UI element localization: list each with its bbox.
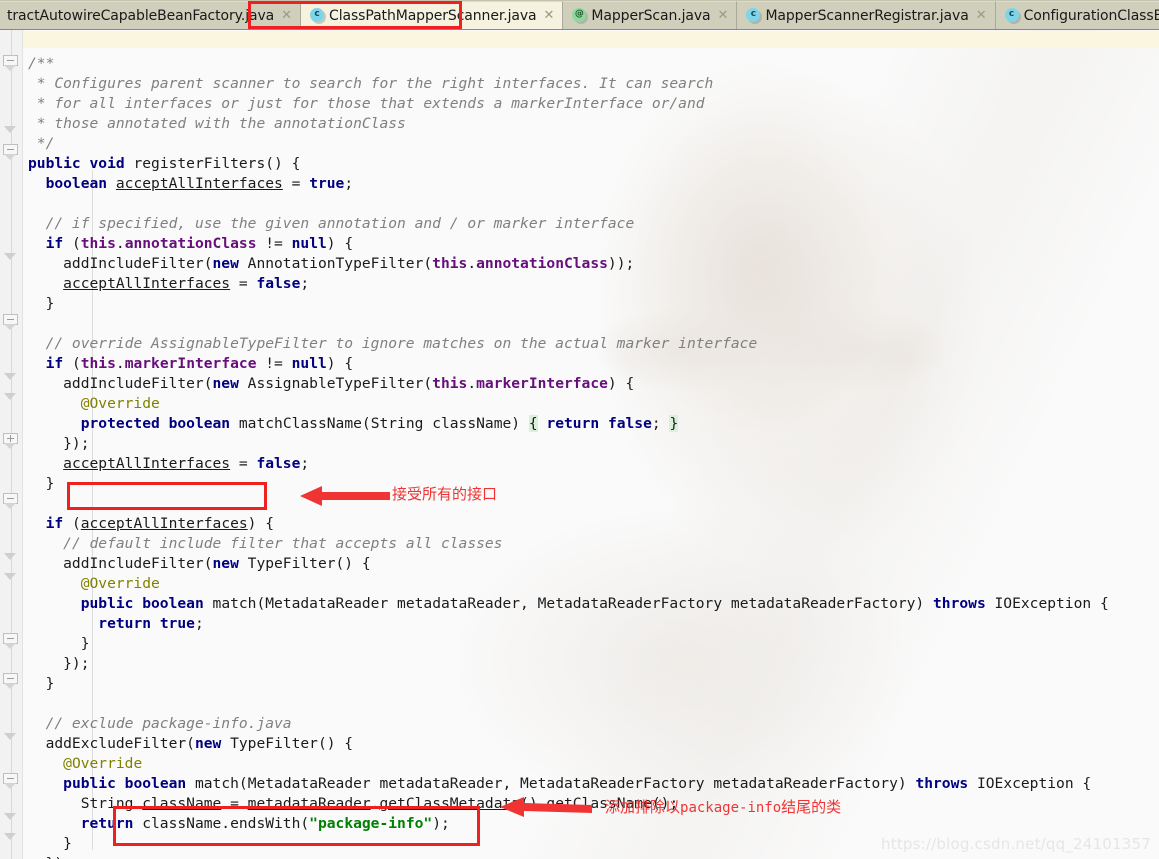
tab-MapperScan[interactable]: @ MapperScan.java ✕ <box>563 1 738 29</box>
code-line-31: }); <box>28 655 90 672</box>
fold-marker-method[interactable] <box>3 144 18 160</box>
fold-marker-if-annotation[interactable] <box>3 253 18 268</box>
code-line-5: */ <box>28 135 55 152</box>
code-line-40: } <box>28 835 72 852</box>
site-watermark: https://blog.csdn.net/qq_24101357 <box>881 835 1151 853</box>
code-line-27: @Override <box>80 575 160 592</box>
tab-label: ClassPathMapperScanner.java <box>329 7 537 24</box>
code-line-19: protected boolean matchClassName(String … <box>80 415 679 432</box>
code-line-22: } <box>28 475 55 492</box>
fold-marker-javadoc[interactable] <box>3 55 18 71</box>
code-line-30: } <box>28 635 90 652</box>
code-line-37: public boolean match(MetadataReader meta… <box>63 775 1092 792</box>
annotation-icon: @ <box>572 7 587 22</box>
code-editor-pane[interactable]: /** * Configures parent scanner to searc… <box>0 30 1159 859</box>
tab-ClassPathMapperScanner[interactable]: c ClassPathMapperScanner.java ✕ <box>301 1 564 29</box>
code-line-2: * Configures parent scanner to search fo… <box>28 75 714 92</box>
code-line-3: * for all interfaces or just for those t… <box>28 95 705 112</box>
code-line-12: acceptAllInterfaces = false; <box>63 275 310 292</box>
code-line-11: addIncludeFilter(new AnnotationTypeFilte… <box>28 255 635 272</box>
code-line-38: String className = metadataReader.getCla… <box>28 795 679 812</box>
code-line-17: addIncludeFilter(new AssignableTypeFilte… <box>28 375 635 392</box>
code-line-41: }); <box>28 854 72 859</box>
code-line-29: return true; <box>98 615 204 632</box>
fold-marker-anon-b[interactable] <box>3 813 18 828</box>
close-icon[interactable]: ✕ <box>281 9 292 22</box>
code-line-39: return className.endsWith("package-info"… <box>80 815 450 832</box>
tab-MapperScannerRegistrar[interactable]: c MapperScannerRegistrar.java ✕ <box>737 1 996 29</box>
code-line-6: public void registerFilters() { <box>28 155 301 172</box>
fold-marker-block-c[interactable] <box>3 633 18 649</box>
code-line-20: }); <box>28 435 90 452</box>
code-line-28: public boolean match(MetadataReader meta… <box>80 595 1109 612</box>
source-code[interactable]: /** * Configures parent scanner to searc… <box>28 30 1109 859</box>
fold-marker-collapsed[interactable] <box>3 433 18 449</box>
fold-marker-typefilter[interactable] <box>3 573 18 588</box>
code-line-32: } <box>28 675 55 692</box>
code-line-18: @Override <box>80 395 160 412</box>
code-line-25: // default include filter that accepts a… <box>63 535 503 552</box>
editor-background-photo <box>430 30 1159 859</box>
annotation-label-accept-all-interfaces: 接受所有的接口 <box>392 485 498 503</box>
fold-marker-if-accept[interactable] <box>3 553 18 568</box>
fold-marker-anon-class[interactable] <box>3 393 18 408</box>
annotation-box-accept-all-interfaces <box>67 482 267 510</box>
tab-label: MapperScannerRegistrar.java <box>765 7 969 24</box>
editor-tab-bar[interactable]: tractAutowireCapableBeanFactory.java ✕ c… <box>0 0 1159 30</box>
fold-marker-block-d[interactable] <box>3 673 18 689</box>
class-icon: c <box>310 7 325 22</box>
fold-marker-method-end[interactable] <box>3 833 18 848</box>
fold-marker-if-marker[interactable] <box>3 373 18 388</box>
code-line-35: addExcludeFilter(new TypeFilter() { <box>28 735 354 752</box>
fold-marker-javadoc-end[interactable] <box>3 126 18 141</box>
editor-top-highlight-band <box>0 31 1159 48</box>
tab-label: ConfigurationClassBeanDefinitionReader.j… <box>1023 7 1159 24</box>
annotation-label-exclude-package-info: 添加排除以package-info结尾的类 <box>605 798 842 816</box>
code-line-13: } <box>28 295 55 312</box>
fold-marker-block-e[interactable] <box>3 773 18 789</box>
code-line-7: boolean acceptAllInterfaces = true; <box>45 175 354 192</box>
close-icon[interactable]: ✕ <box>718 9 729 22</box>
code-line-36: @Override <box>63 755 143 772</box>
fold-marker-exclude[interactable] <box>3 733 18 748</box>
tab-AbstractAutowireCapableBeanFactory[interactable]: tractAutowireCapableBeanFactory.java ✕ <box>0 1 302 29</box>
close-icon[interactable]: ✕ <box>976 9 987 22</box>
code-line-34: // exclude package-info.java <box>45 715 292 732</box>
code-line-4: * those annotated with the annotationCla… <box>28 115 406 132</box>
tab-label: tractAutowireCapableBeanFactory.java <box>7 7 275 24</box>
tab-label: MapperScan.java <box>591 7 711 24</box>
close-icon[interactable]: ✕ <box>544 9 555 22</box>
code-line-26: addIncludeFilter(new TypeFilter() { <box>28 555 371 572</box>
code-line-21: acceptAllInterfaces = false; <box>63 455 310 472</box>
fold-marker-block-a[interactable] <box>3 314 18 330</box>
code-line-10: if (this.annotationClass != null) { <box>45 235 354 252</box>
code-line-24: if (acceptAllInterfaces) { <box>45 515 275 532</box>
code-line-1: /** <box>28 55 55 72</box>
code-line-15: // override AssignableTypeFilter to igno… <box>45 335 758 352</box>
class-icon: c <box>1004 7 1019 22</box>
class-icon: c <box>746 7 761 22</box>
code-line-16: if (this.markerInterface != null) { <box>45 355 354 372</box>
tab-ConfigurationClassBeanDefinitionReader[interactable]: c ConfigurationClassBeanDefinitionReader… <box>995 1 1159 29</box>
code-folding-gutter[interactable] <box>0 30 23 859</box>
code-line-9: // if specified, use the given annotatio… <box>45 215 635 232</box>
annotation-arrow-accept-all-interfaces <box>300 486 390 506</box>
fold-marker-block-b[interactable] <box>3 493 18 509</box>
